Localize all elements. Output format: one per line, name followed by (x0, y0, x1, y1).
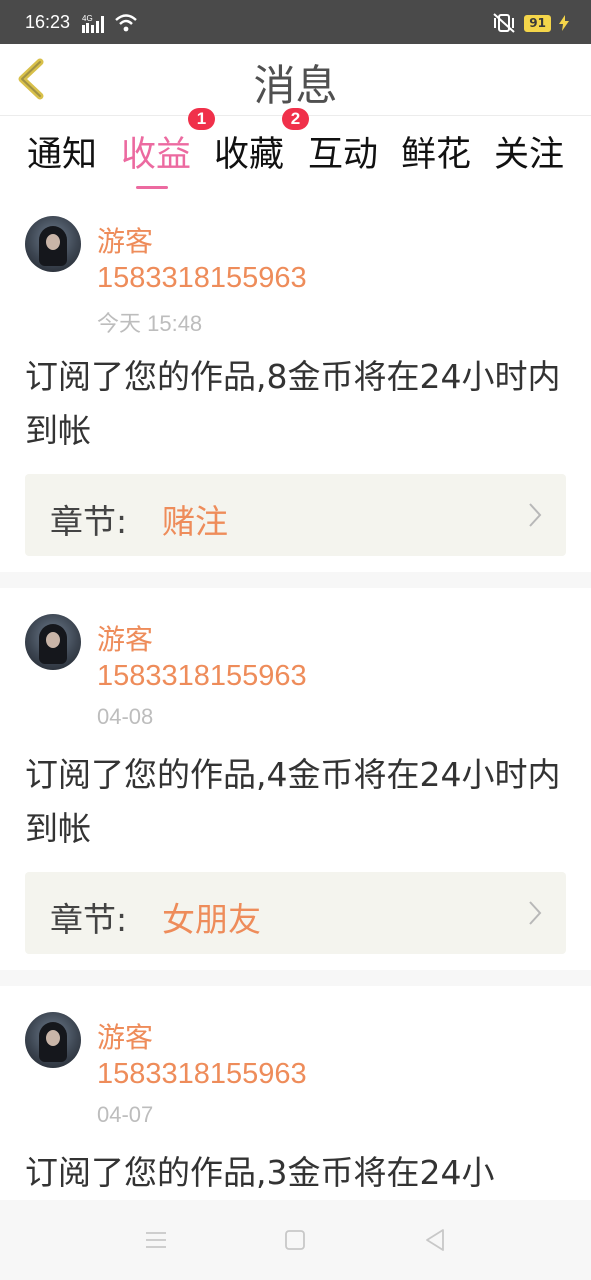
home-icon[interactable] (281, 1226, 309, 1254)
timestamp: 04-08 (97, 704, 154, 729)
tab-label: 收益 (120, 135, 191, 175)
message-text: 订阅了您的作品,8金币将在24小时内到帐 (25, 357, 561, 450)
tab-label: 关注 (493, 135, 564, 175)
user-name[interactable]: 游客 (97, 220, 153, 260)
timestamp: 04-07 (97, 1102, 154, 1127)
vibrate-off-icon (493, 13, 515, 33)
timestamp: 今天 15:48 (97, 311, 203, 336)
tab-favorites[interactable]: 收藏 (209, 126, 289, 177)
page-title: 消息 (253, 61, 338, 110)
divider (0, 970, 591, 986)
chapter-title: 女朋友 (162, 900, 261, 939)
user-id[interactable]: 1583318155963 (97, 262, 307, 295)
chapter-label: 章节: (50, 502, 128, 541)
tab-earnings[interactable]: 收益 (116, 126, 196, 189)
message-text: 订阅了您的作品,4金币将在24小时内到帐 (25, 755, 561, 848)
tab-label: 通知 (26, 135, 97, 175)
status-bar: 16:23 4G 91 (0, 0, 591, 44)
tab-flowers[interactable]: 鲜花 (396, 126, 476, 177)
user-id[interactable]: 1583318155963 (97, 660, 307, 693)
battery-indicator: 91 (524, 14, 551, 32)
charging-bolt-icon (559, 15, 569, 31)
network-type-label: 4G (82, 14, 93, 23)
system-navigation-bar (0, 1200, 591, 1280)
tab-label: 收藏 (213, 135, 284, 175)
tab-label: 鲜花 (400, 135, 471, 175)
message-text: 订阅了您的作品,3金币将在24小 (25, 1153, 495, 1192)
status-right-icons: 91 (492, 12, 569, 34)
chapter-title: 赌注 (162, 502, 228, 541)
status-time: 16:23 (25, 12, 71, 32)
list-item: 游客 1583318155963 04-08 订阅了您的作品,4金币将在24小时… (0, 588, 591, 970)
avatar[interactable] (25, 216, 81, 272)
list-item: 游客 1583318155963 今天 15:48 订阅了您的作品,8金币将在2… (0, 190, 591, 572)
user-name[interactable]: 游客 (97, 1016, 153, 1056)
earnings-feed[interactable]: 游客 1583318155963 今天 15:48 订阅了您的作品,8金币将在2… (0, 190, 591, 1200)
divider (0, 572, 591, 588)
tab-following[interactable]: 关注 (489, 126, 569, 177)
active-tab-indicator (136, 186, 168, 189)
list-item: 游客 1583318155963 04-07 订阅了您的作品,3金币将在24小 (0, 986, 591, 1200)
tab-bar: 通知 收益 1 收藏 2 互动 鲜花 关注 (0, 108, 591, 189)
wifi-icon (115, 14, 137, 32)
chapter-link[interactable]: 章节: 赌注 (25, 474, 566, 556)
cellular-signal-icon: 4G (82, 14, 104, 33)
chevron-right-icon (529, 901, 542, 925)
menu-icon[interactable] (142, 1226, 170, 1254)
chevron-right-icon (529, 503, 542, 527)
tab-notifications[interactable]: 通知 (22, 126, 102, 177)
user-name[interactable]: 游客 (97, 618, 153, 658)
chapter-link[interactable]: 章节: 女朋友 (25, 872, 566, 954)
avatar[interactable] (25, 614, 81, 670)
avatar[interactable] (25, 1012, 81, 1068)
back-triangle-icon[interactable] (421, 1226, 449, 1254)
app-header: 消息 (0, 44, 591, 116)
status-left-icons: 4G (82, 12, 138, 34)
user-id[interactable]: 1583318155963 (97, 1058, 307, 1091)
tab-interactions[interactable]: 互动 (303, 126, 383, 177)
tab-label: 互动 (307, 135, 378, 175)
chapter-label: 章节: (50, 900, 128, 939)
